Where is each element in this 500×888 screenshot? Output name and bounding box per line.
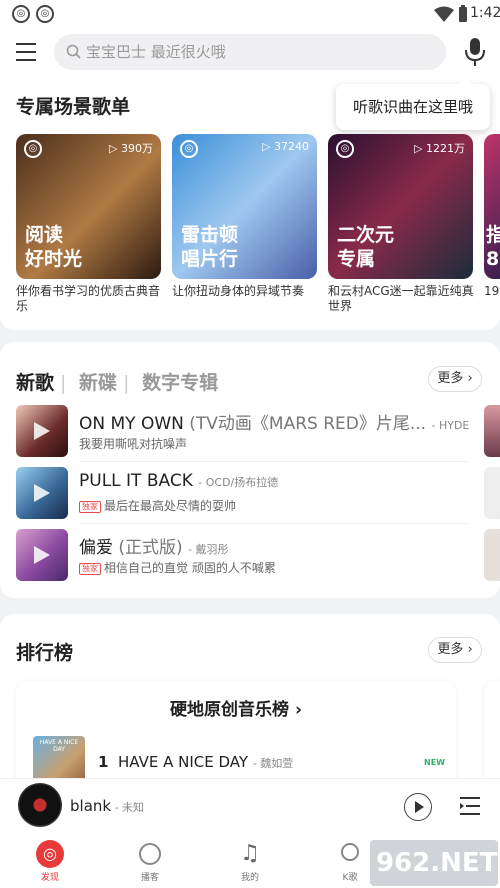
divider (79, 461, 467, 462)
album-disc[interactable] (18, 783, 62, 827)
nav-discover[interactable]: ◎ 发现 (20, 840, 80, 883)
song-title: 偏爱 (正式版) - 戴羽彤 (79, 538, 229, 558)
battery-icon (459, 5, 467, 22)
mini-player[interactable]: blank - 未知 (0, 778, 500, 832)
playlist-desc: 让你扭动身体的异域节奏 (172, 284, 305, 298)
tab-new-albums[interactable]: 新碟 (79, 372, 117, 394)
divider (79, 523, 467, 524)
exclusive-badge: 独家 (79, 501, 101, 513)
play-count: ▷ 390万 (109, 142, 153, 155)
playlist-desc: 和云村ACG迷一起靠近纯真世界 (328, 284, 474, 313)
song-title: ON MY OWN (TV动画《MARS RED》片尾... - HYDE (79, 414, 470, 434)
netease-logo-icon: ◎ (336, 140, 354, 158)
section-title: 排行榜 (16, 642, 74, 664)
search-placeholder: 宝宝巴士 最近很火哦 (86, 43, 226, 61)
play-icon (415, 801, 424, 813)
song-subtitle: 独家 最后在最高处尽情的耍帅 (79, 497, 236, 514)
play-count: ▷ 1221万 (414, 142, 465, 155)
music-note-icon: ♫ (240, 841, 260, 866)
playlist-name: 雷击顿 唱片行 (181, 224, 239, 270)
playlist-icon[interactable] (458, 795, 482, 817)
song-subtitle: 我要用嘶吼对抗噪声 (79, 437, 188, 451)
nav-mine[interactable]: ♫ 我的 (220, 840, 280, 883)
now-playing: blank - 未知 (70, 797, 145, 815)
song-cover[interactable] (16, 529, 68, 581)
play-button[interactable] (404, 793, 432, 821)
song-cover[interactable] (484, 529, 500, 581)
play-icon (34, 422, 50, 440)
tab-new-songs[interactable]: 新歌 (16, 372, 54, 394)
wifi-icon (434, 6, 454, 22)
more-button[interactable]: 更多 › (428, 637, 482, 663)
playlist-card[interactable]: ◎ ▷ 1221万 二次元 专属 (328, 134, 473, 279)
song-tabs: 新歌 | 新碟 | 数字专辑 (16, 372, 219, 394)
netease-notification-icon: ◎ (36, 5, 54, 23)
chart-song: HAVE A NICE DAY - 魏如萱 (118, 753, 294, 771)
netease-logo-icon: ◎ (180, 140, 198, 158)
podcast-icon (139, 843, 161, 865)
karaoke-icon (341, 843, 359, 861)
search-icon (66, 44, 81, 59)
song-cover[interactable] (16, 467, 68, 519)
tab-digital-albums[interactable]: 数字专辑 (142, 372, 218, 394)
netease-notification-icon: ◎ (12, 5, 30, 23)
play-count: ▷ 37240 (262, 140, 309, 153)
song-cover[interactable] (484, 467, 500, 519)
song-row[interactable]: PULL IT BACK - OCD/扬布拉德 独家 最后在最高处尽情的耍帅 (16, 467, 486, 519)
status-bar: ◎ ◎ 1:42 (0, 0, 500, 28)
menu-icon[interactable] (16, 43, 36, 61)
song-cover[interactable] (16, 405, 68, 457)
nav-podcast[interactable]: 播客 (120, 840, 180, 883)
playlist-card[interactable]: ◎ ▷ 37240 雷击顿 唱片行 (172, 134, 317, 279)
playlist-name: 二次元 专属 (337, 224, 395, 270)
discover-icon: ◎ (36, 840, 64, 868)
recognize-tooltip[interactable]: 听歌识曲在这里哦 (336, 77, 490, 130)
playlist-card[interactable]: 指 8 (484, 134, 500, 279)
exclusive-badge: 独家 (79, 563, 101, 575)
song-title: PULL IT BACK - OCD/扬布拉德 (79, 471, 279, 491)
playlist-card[interactable]: ◎ ▷ 390万 阅读 好时光 (16, 134, 161, 279)
playlist-desc: 伴你看书学习的优质古典音乐 (16, 284, 161, 313)
clock: 1:42 (470, 5, 500, 21)
playlist-desc: 198 (484, 284, 500, 298)
search-input[interactable]: 宝宝巴士 最近很火哦 (54, 34, 446, 70)
watermark: 962.NET (370, 840, 498, 886)
new-badge: NEW (424, 758, 445, 767)
section-title: 专属场景歌单 (16, 96, 131, 118)
song-row[interactable]: ON MY OWN (TV动画《MARS RED》片尾... - HYDE 我要… (16, 405, 486, 457)
top-bar: 宝宝巴士 最近很火哦 (0, 28, 500, 78)
playlist-name: 阅读 好时光 (25, 224, 83, 270)
play-icon (34, 546, 50, 564)
song-cover[interactable] (484, 405, 500, 457)
song-subtitle: 独家 相信自己的直觉 顽固的人不喊累 (79, 559, 276, 576)
playlist-name: 指 8 (486, 224, 500, 270)
netease-logo-icon: ◎ (24, 140, 42, 158)
board-title[interactable]: 硬地原创音乐榜 › (16, 695, 456, 720)
more-button[interactable]: 更多 › (428, 366, 482, 392)
play-icon (34, 484, 50, 502)
microphone-icon[interactable] (462, 36, 488, 68)
song-row[interactable]: 偏爱 (正式版) - 戴羽彤 独家 相信自己的直觉 顽固的人不喊累 (16, 529, 486, 581)
chart-rank: 1 (98, 753, 109, 771)
